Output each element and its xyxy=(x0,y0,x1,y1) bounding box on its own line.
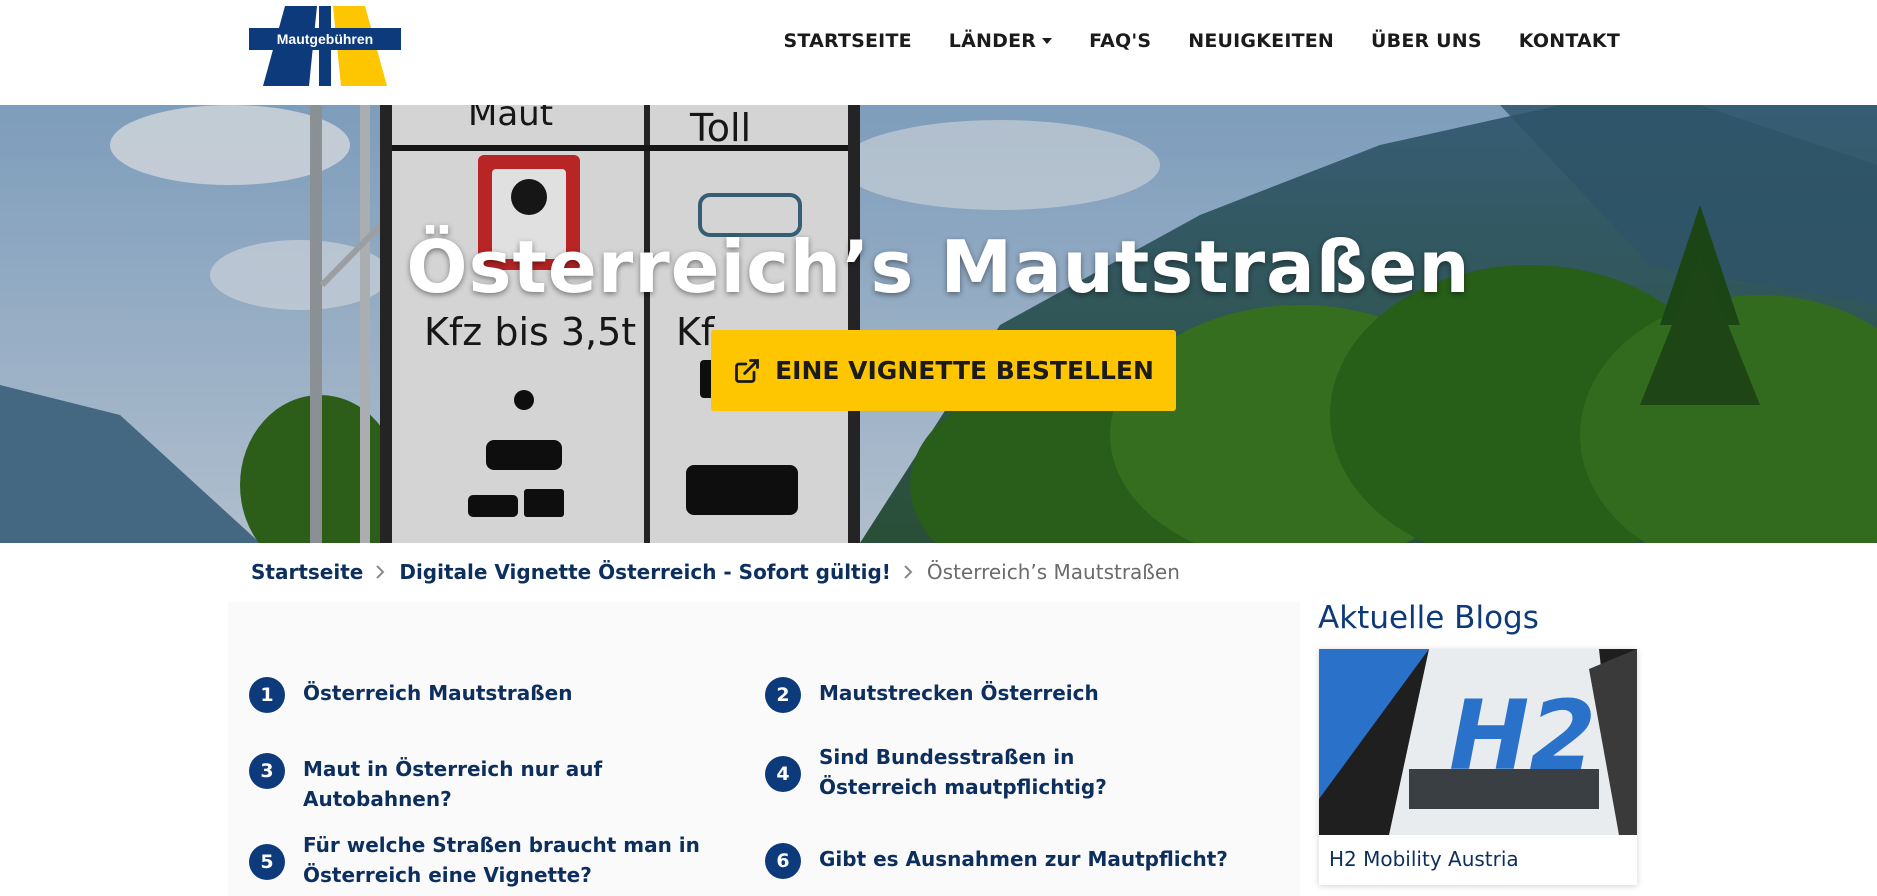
toc-item-1[interactable]: 1 Österreich Mautstraßen xyxy=(249,677,709,713)
toc-number-badge: 2 xyxy=(765,677,801,713)
site-logo[interactable]: Mautgebühren xyxy=(249,6,401,86)
blog-thumbnail-text: H2 xyxy=(1449,680,1596,792)
blog-thumbnail-image: H2 xyxy=(1319,649,1637,835)
external-link-icon xyxy=(735,358,759,383)
table-of-contents: 1 Österreich Mautstraßen 2 Mautstrecken … xyxy=(228,602,1300,896)
order-vignette-button[interactable]: EINE VIGNETTE BESTELLEN xyxy=(711,330,1176,411)
toc-number-badge: 5 xyxy=(249,844,285,880)
nav-neuigkeiten[interactable]: NEUIGKEITEN xyxy=(1188,30,1334,52)
breadcrumb-parent[interactable]: Digitale Vignette Österreich - Sofort gü… xyxy=(399,560,891,584)
nav-startseite[interactable]: STARTSEITE xyxy=(784,30,912,52)
hero-background-image: Maut Toll Kfz bis 3,5t Kf xyxy=(0,105,1877,543)
toc-item-5[interactable]: 5 Für welche Straßen braucht man in Öste… xyxy=(249,830,709,890)
toc-number-badge: 6 xyxy=(765,843,801,879)
toc-number-badge: 1 xyxy=(249,677,285,713)
chevron-right-icon xyxy=(375,563,387,581)
logo-text: Mautgebühren xyxy=(277,31,373,47)
logo-graphic: Mautgebühren xyxy=(249,6,401,86)
toc-item-text: Gibt es Ausnahmen zur Mautpflicht? xyxy=(819,847,1228,871)
order-vignette-label: EINE VIGNETTE BESTELLEN xyxy=(775,356,1154,385)
toc-number-badge: 3 xyxy=(249,753,285,789)
toc-item-text: Österreich Mautstraßen xyxy=(303,681,573,705)
toc-item-text: Mautstrecken Österreich xyxy=(819,681,1099,705)
main-nav: STARTSEITE LÄNDER FAQ'S NEUIGKEITEN ÜBER… xyxy=(747,30,1621,52)
hero-banner: Maut Toll Kfz bis 3,5t Kf Österreich’s M… xyxy=(0,105,1877,543)
toc-item-3[interactable]: 3 Maut in Österreich nur auf Autobahnen? xyxy=(249,753,749,814)
caret-down-icon xyxy=(1042,38,1053,44)
toc-item-text: Für welche Straßen braucht man in Österr… xyxy=(303,833,700,887)
nav-laender[interactable]: LÄNDER xyxy=(948,30,1053,52)
nav-laender-label: LÄNDER xyxy=(948,30,1037,52)
toc-item-6[interactable]: 6 Gibt es Ausnahmen zur Mautpflicht? xyxy=(765,843,1245,879)
nav-faqs[interactable]: FAQ'S xyxy=(1089,30,1151,52)
nav-kontakt[interactable]: KONTAKT xyxy=(1519,30,1620,52)
chevron-right-icon xyxy=(903,563,915,581)
toc-item-4[interactable]: 4 Sind Bundesstraßen in Österreich mautp… xyxy=(765,742,1185,802)
toc-item-text: Sind Bundesstraßen in Österreich mautpfl… xyxy=(819,745,1107,799)
site-header: Mautgebühren STARTSEITE LÄNDER FAQ'S NEU… xyxy=(0,0,1877,105)
hero-title: Österreich’s Mautstraßen xyxy=(406,225,1471,309)
breadcrumb-current: Österreich’s Mautstraßen xyxy=(926,560,1180,584)
blog-thumbnail: H2 xyxy=(1319,649,1637,835)
toc-item-2[interactable]: 2 Mautstrecken Österreich xyxy=(765,677,1245,713)
nav-ueber-uns[interactable]: ÜBER UNS xyxy=(1371,30,1482,52)
breadcrumb: Startseite Digitale Vignette Österreich … xyxy=(251,560,1180,584)
blog-caption: H2 Mobility Austria xyxy=(1329,847,1519,871)
blog-card[interactable]: H2 H2 Mobility Austria xyxy=(1319,649,1637,885)
toc-number-badge: 4 xyxy=(765,756,801,792)
breadcrumb-home[interactable]: Startseite xyxy=(251,560,363,584)
sidebar-title: Aktuelle Blogs xyxy=(1318,600,1539,636)
toc-item-text: Maut in Österreich nur auf Autobahnen? xyxy=(303,757,603,811)
